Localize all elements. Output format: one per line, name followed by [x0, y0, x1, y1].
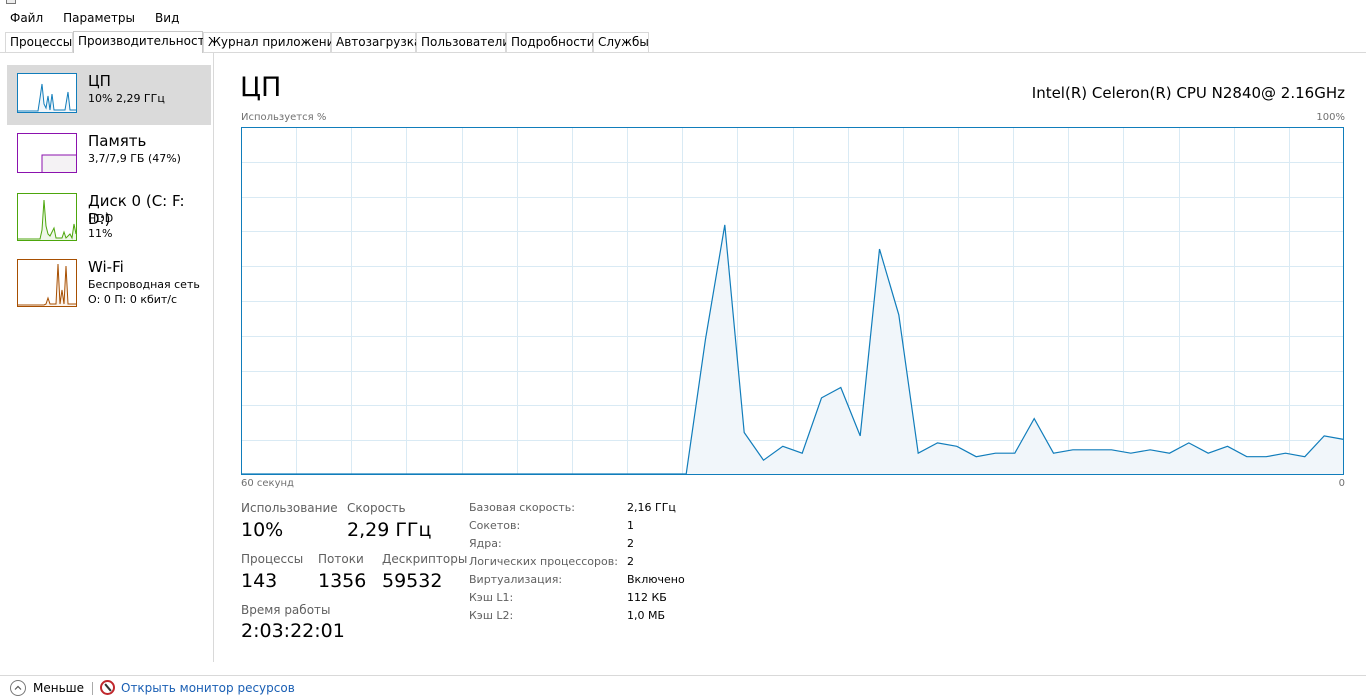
chart-x-axis-label: 60 секунд — [241, 478, 294, 489]
chevron-up-icon — [10, 680, 26, 696]
handles-label: Дескрипторы — [382, 552, 468, 566]
processes-value: 143 — [241, 570, 278, 592]
info-key-l2-cache: Кэш L2: — [469, 609, 514, 622]
resource-sidebar: ЦП 10% 2,29 ГГц Память 3,7/7,9 ГБ (47%) … — [0, 53, 214, 662]
uptime-value: 2:03:22:01 — [241, 620, 345, 642]
menu-view[interactable]: Вид — [145, 8, 189, 28]
uptime-label: Время работы — [241, 603, 331, 617]
cpu-usage-chart — [241, 127, 1344, 475]
chart-y-axis-label: Используется % — [241, 112, 327, 123]
info-value-base-speed: 2,16 ГГц — [627, 501, 676, 514]
sidebar-item-usage: 11% — [88, 227, 113, 240]
sidebar-item-title: ЦП — [88, 72, 111, 90]
speed-value: 2,29 ГГц — [347, 519, 432, 541]
tab-strip: Процессы Производительность Журнал прило… — [0, 31, 1366, 53]
tab-performance[interactable]: Производительность — [73, 31, 212, 53]
sidebar-item-cpu[interactable]: ЦП 10% 2,29 ГГц — [7, 65, 211, 125]
open-resource-monitor-link[interactable]: Открыть монитор ресурсов — [100, 680, 295, 695]
sidebar-item-detail: 3,7/7,9 ГБ (47%) — [88, 152, 181, 165]
title-bar — [0, 0, 1366, 5]
tab-details[interactable]: Подробности — [506, 32, 595, 52]
wifi-mini-graph — [17, 259, 77, 307]
cpu-model-name: Intel(R) Celeron(R) CPU N2840@ 2.16GHz — [1031, 84, 1345, 102]
app-icon — [6, 0, 16, 4]
usage-value: 10% — [241, 519, 284, 541]
sidebar-item-title: Память — [88, 132, 147, 150]
page-title: ЦП — [240, 72, 282, 103]
tab-startup[interactable]: Автозагрузка — [331, 32, 421, 52]
info-value-cores: 2 — [627, 537, 634, 550]
sidebar-item-wifi[interactable]: Wi-Fi Беспроводная сеть О: 0 П: 0 кбит/с — [7, 251, 211, 311]
info-key-base-speed: Базовая скорость: — [469, 501, 575, 514]
fewer-details-button[interactable]: Меньше — [10, 680, 84, 696]
tab-users[interactable]: Пользователи — [416, 32, 510, 52]
footer-divider — [92, 682, 93, 695]
info-key-virtualization: Виртуализация: — [469, 573, 563, 586]
info-key-l1-cache: Кэш L1: — [469, 591, 514, 604]
chart-x-min-label: 0 — [1338, 478, 1345, 489]
info-value-l1-cache: 112 КБ — [627, 591, 667, 604]
info-value-l2-cache: 1,0 МБ — [627, 609, 666, 622]
menu-file[interactable]: Файл — [0, 8, 53, 28]
info-value-sockets: 1 — [627, 519, 634, 532]
menu-bar: Файл Параметры Вид — [0, 8, 189, 28]
tab-processes[interactable]: Процессы — [5, 32, 73, 52]
threads-value: 1356 — [318, 570, 367, 592]
processes-label: Процессы — [241, 552, 304, 566]
open-resource-monitor-label: Открыть монитор ресурсов — [121, 680, 295, 695]
sidebar-item-detail: Беспроводная сеть — [88, 278, 200, 291]
speed-label: Скорость — [347, 501, 406, 515]
menu-options[interactable]: Параметры — [53, 8, 145, 28]
tab-app-history[interactable]: Журнал приложений — [203, 32, 342, 52]
sidebar-item-memory[interactable]: Память 3,7/7,9 ГБ (47%) — [7, 125, 211, 185]
chart-y-max-label: 100% — [1316, 112, 1345, 123]
cpu-mini-graph — [17, 73, 77, 113]
usage-label: Использование — [241, 501, 338, 515]
info-key-logical-processors: Логических процессоров: — [469, 555, 618, 568]
info-key-cores: Ядра: — [469, 537, 502, 550]
footer-bar: Меньше Открыть монитор ресурсов — [0, 675, 1366, 698]
sidebar-item-disk[interactable]: Диск 0 (C: F: D:) HDD 11% — [7, 185, 211, 245]
handles-value: 59532 — [382, 570, 443, 592]
memory-mini-graph — [17, 133, 77, 173]
fewer-details-label: Меньше — [33, 681, 85, 695]
sidebar-item-detail: HDD — [88, 212, 114, 225]
sidebar-item-throughput: О: 0 П: 0 кбит/с — [88, 293, 178, 306]
resource-monitor-icon — [100, 680, 115, 695]
disk-mini-graph — [17, 193, 77, 241]
threads-label: Потоки — [318, 552, 364, 566]
sidebar-item-title: Wi-Fi — [88, 258, 124, 276]
tab-services[interactable]: Службы — [593, 32, 649, 52]
sidebar-item-detail: 10% 2,29 ГГц — [88, 92, 165, 105]
info-key-sockets: Сокетов: — [469, 519, 521, 532]
info-value-virtualization: Включено — [627, 573, 685, 586]
info-value-logical-processors: 2 — [627, 555, 634, 568]
